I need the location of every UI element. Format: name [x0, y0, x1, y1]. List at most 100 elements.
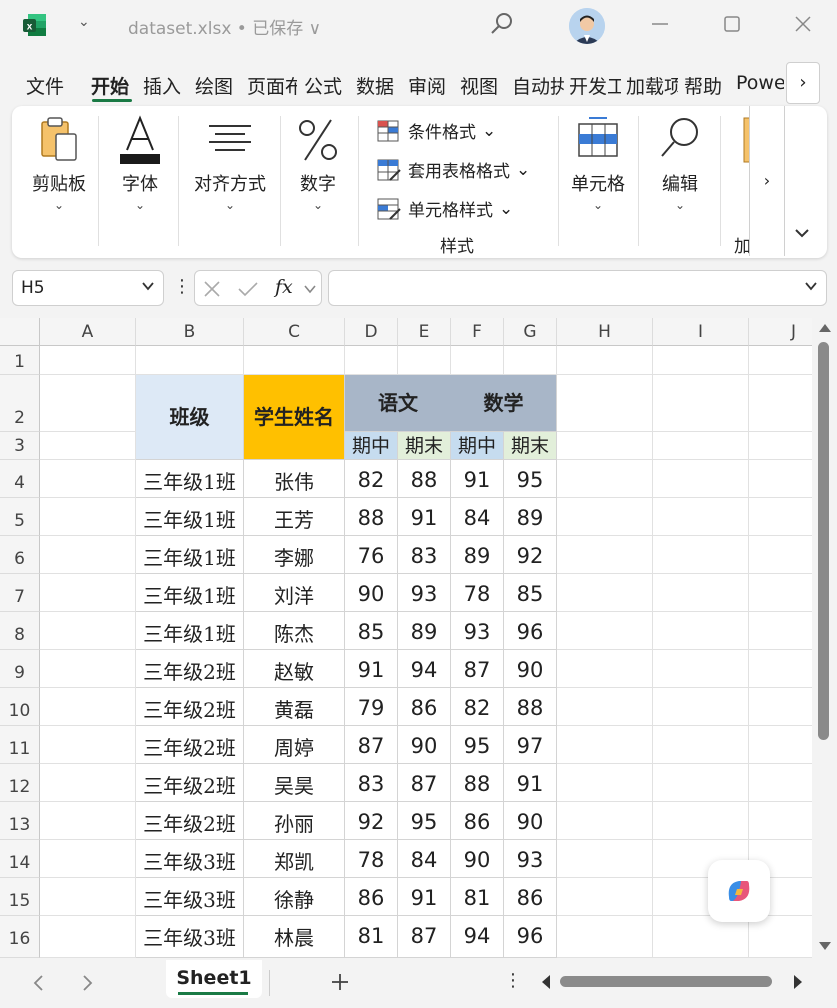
cell-styles-button[interactable]: 单元格样式 ⌄ — [376, 196, 513, 221]
excel-app-icon[interactable]: x — [22, 12, 48, 38]
math-midterm-cell[interactable]: 81 — [451, 878, 504, 916]
subheader-cell-midterm[interactable]: 期中 — [345, 432, 398, 460]
math-midterm-cell[interactable]: 84 — [451, 498, 504, 536]
close-icon[interactable] — [791, 12, 815, 36]
empty-cell[interactable] — [40, 916, 136, 958]
more-options-icon[interactable]: ⋮ — [504, 970, 522, 991]
chinese-final-cell[interactable]: 94 — [398, 650, 451, 688]
math-final-cell[interactable]: 90 — [504, 802, 557, 840]
chinese-midterm-cell[interactable]: 76 — [345, 536, 398, 574]
chevron-down-icon[interactable] — [303, 282, 317, 296]
empty-cell[interactable] — [40, 688, 136, 726]
clipboard-group[interactable]: 剪贴板 ⌄ — [24, 114, 94, 212]
math-final-cell[interactable]: 86 — [504, 878, 557, 916]
empty-cell[interactable] — [557, 840, 653, 878]
empty-cell[interactable] — [40, 536, 136, 574]
chinese-final-cell[interactable]: 90 — [398, 726, 451, 764]
empty-cell[interactable] — [40, 802, 136, 840]
subheader-cell-midterm[interactable]: 期中 — [451, 432, 504, 460]
chinese-final-cell[interactable]: 91 — [398, 498, 451, 536]
chinese-final-cell[interactable]: 83 — [398, 536, 451, 574]
chinese-midterm-cell[interactable]: 92 — [345, 802, 398, 840]
chinese-final-cell[interactable]: 86 — [398, 688, 451, 726]
conditional-format-button[interactable]: 条件格式 ⌄ — [376, 118, 496, 143]
column-header-b[interactable]: B — [136, 318, 244, 346]
empty-cell[interactable] — [136, 346, 244, 375]
math-final-cell[interactable]: 92 — [504, 536, 557, 574]
add-sheet-icon[interactable] — [330, 972, 350, 992]
header-cell-chinese[interactable]: 语文 — [345, 375, 451, 432]
subheader-cell-final[interactable]: 期末 — [504, 432, 557, 460]
math-final-cell[interactable]: 85 — [504, 574, 557, 612]
empty-cell[interactable] — [653, 688, 749, 726]
math-midterm-cell[interactable]: 94 — [451, 916, 504, 958]
name-cell[interactable]: 徐静 — [244, 878, 345, 916]
empty-cell[interactable] — [557, 916, 653, 958]
column-header-f[interactable]: F — [451, 318, 504, 346]
empty-cell[interactable] — [749, 650, 812, 688]
chinese-final-cell[interactable]: 91 — [398, 878, 451, 916]
empty-cell[interactable] — [557, 432, 653, 460]
class-cell[interactable]: 三年级3班 — [136, 840, 244, 878]
empty-cell[interactable] — [653, 764, 749, 802]
tab-developer[interactable]: 开发工 — [569, 72, 621, 99]
empty-cell[interactable] — [557, 764, 653, 802]
empty-cell[interactable] — [557, 650, 653, 688]
tab-file[interactable]: 文件 — [26, 72, 64, 99]
empty-cell[interactable] — [749, 432, 812, 460]
empty-cell[interactable] — [749, 375, 812, 432]
minimize-icon[interactable] — [648, 12, 672, 36]
empty-cell[interactable] — [749, 688, 812, 726]
chinese-midterm-cell[interactable]: 87 — [345, 726, 398, 764]
row-header-13[interactable]: 13 — [0, 802, 40, 840]
formula-input[interactable] — [328, 270, 827, 306]
vertical-scroll-thumb[interactable] — [818, 342, 829, 740]
tab-data[interactable]: 数据 — [356, 72, 394, 99]
tabs-more-button[interactable]: › — [786, 62, 820, 104]
empty-cell[interactable] — [749, 612, 812, 650]
empty-cell[interactable] — [653, 612, 749, 650]
empty-cell[interactable] — [40, 498, 136, 536]
row-header-3[interactable]: 3 — [0, 432, 40, 460]
tab-review[interactable]: 审阅 — [408, 72, 446, 99]
more-options-icon[interactable]: ⋮ — [173, 276, 191, 297]
scroll-up-icon[interactable] — [818, 322, 832, 334]
chinese-final-cell[interactable]: 89 — [398, 612, 451, 650]
cancel-icon[interactable] — [203, 280, 221, 298]
empty-cell[interactable] — [557, 375, 653, 432]
chinese-midterm-cell[interactable]: 88 — [345, 498, 398, 536]
chinese-midterm-cell[interactable]: 83 — [345, 764, 398, 802]
row-header-9[interactable]: 9 — [0, 650, 40, 688]
row-header-14[interactable]: 14 — [0, 840, 40, 878]
name-cell[interactable]: 林晨 — [244, 916, 345, 958]
class-cell[interactable]: 三年级3班 — [136, 916, 244, 958]
empty-cell[interactable] — [40, 840, 136, 878]
row-header-8[interactable]: 8 — [0, 612, 40, 650]
name-cell[interactable]: 张伟 — [244, 460, 345, 498]
empty-cell[interactable] — [749, 498, 812, 536]
empty-cell[interactable] — [557, 612, 653, 650]
empty-cell[interactable] — [749, 460, 812, 498]
empty-cell[interactable] — [40, 878, 136, 916]
empty-cell[interactable] — [749, 802, 812, 840]
empty-cell[interactable] — [398, 346, 451, 375]
tab-power[interactable]: Powe — [736, 72, 784, 94]
empty-cell[interactable] — [653, 375, 749, 432]
column-header-i[interactable]: I — [653, 318, 749, 346]
math-midterm-cell[interactable]: 89 — [451, 536, 504, 574]
math-midterm-cell[interactable]: 82 — [451, 688, 504, 726]
chevron-left-icon[interactable] — [32, 974, 46, 992]
empty-cell[interactable] — [557, 802, 653, 840]
empty-cell[interactable] — [653, 574, 749, 612]
row-header-15[interactable]: 15 — [0, 878, 40, 916]
math-midterm-cell[interactable]: 95 — [451, 726, 504, 764]
empty-cell[interactable] — [40, 726, 136, 764]
empty-cell[interactable] — [749, 536, 812, 574]
empty-cell[interactable] — [749, 726, 812, 764]
cells-group[interactable]: 单元格 ⌄ — [568, 114, 628, 212]
font-group[interactable]: 字体 ⌄ — [110, 114, 170, 212]
empty-cell[interactable] — [557, 498, 653, 536]
name-box[interactable]: H5 — [12, 270, 164, 306]
empty-cell[interactable] — [244, 346, 345, 375]
empty-cell[interactable] — [749, 916, 812, 958]
